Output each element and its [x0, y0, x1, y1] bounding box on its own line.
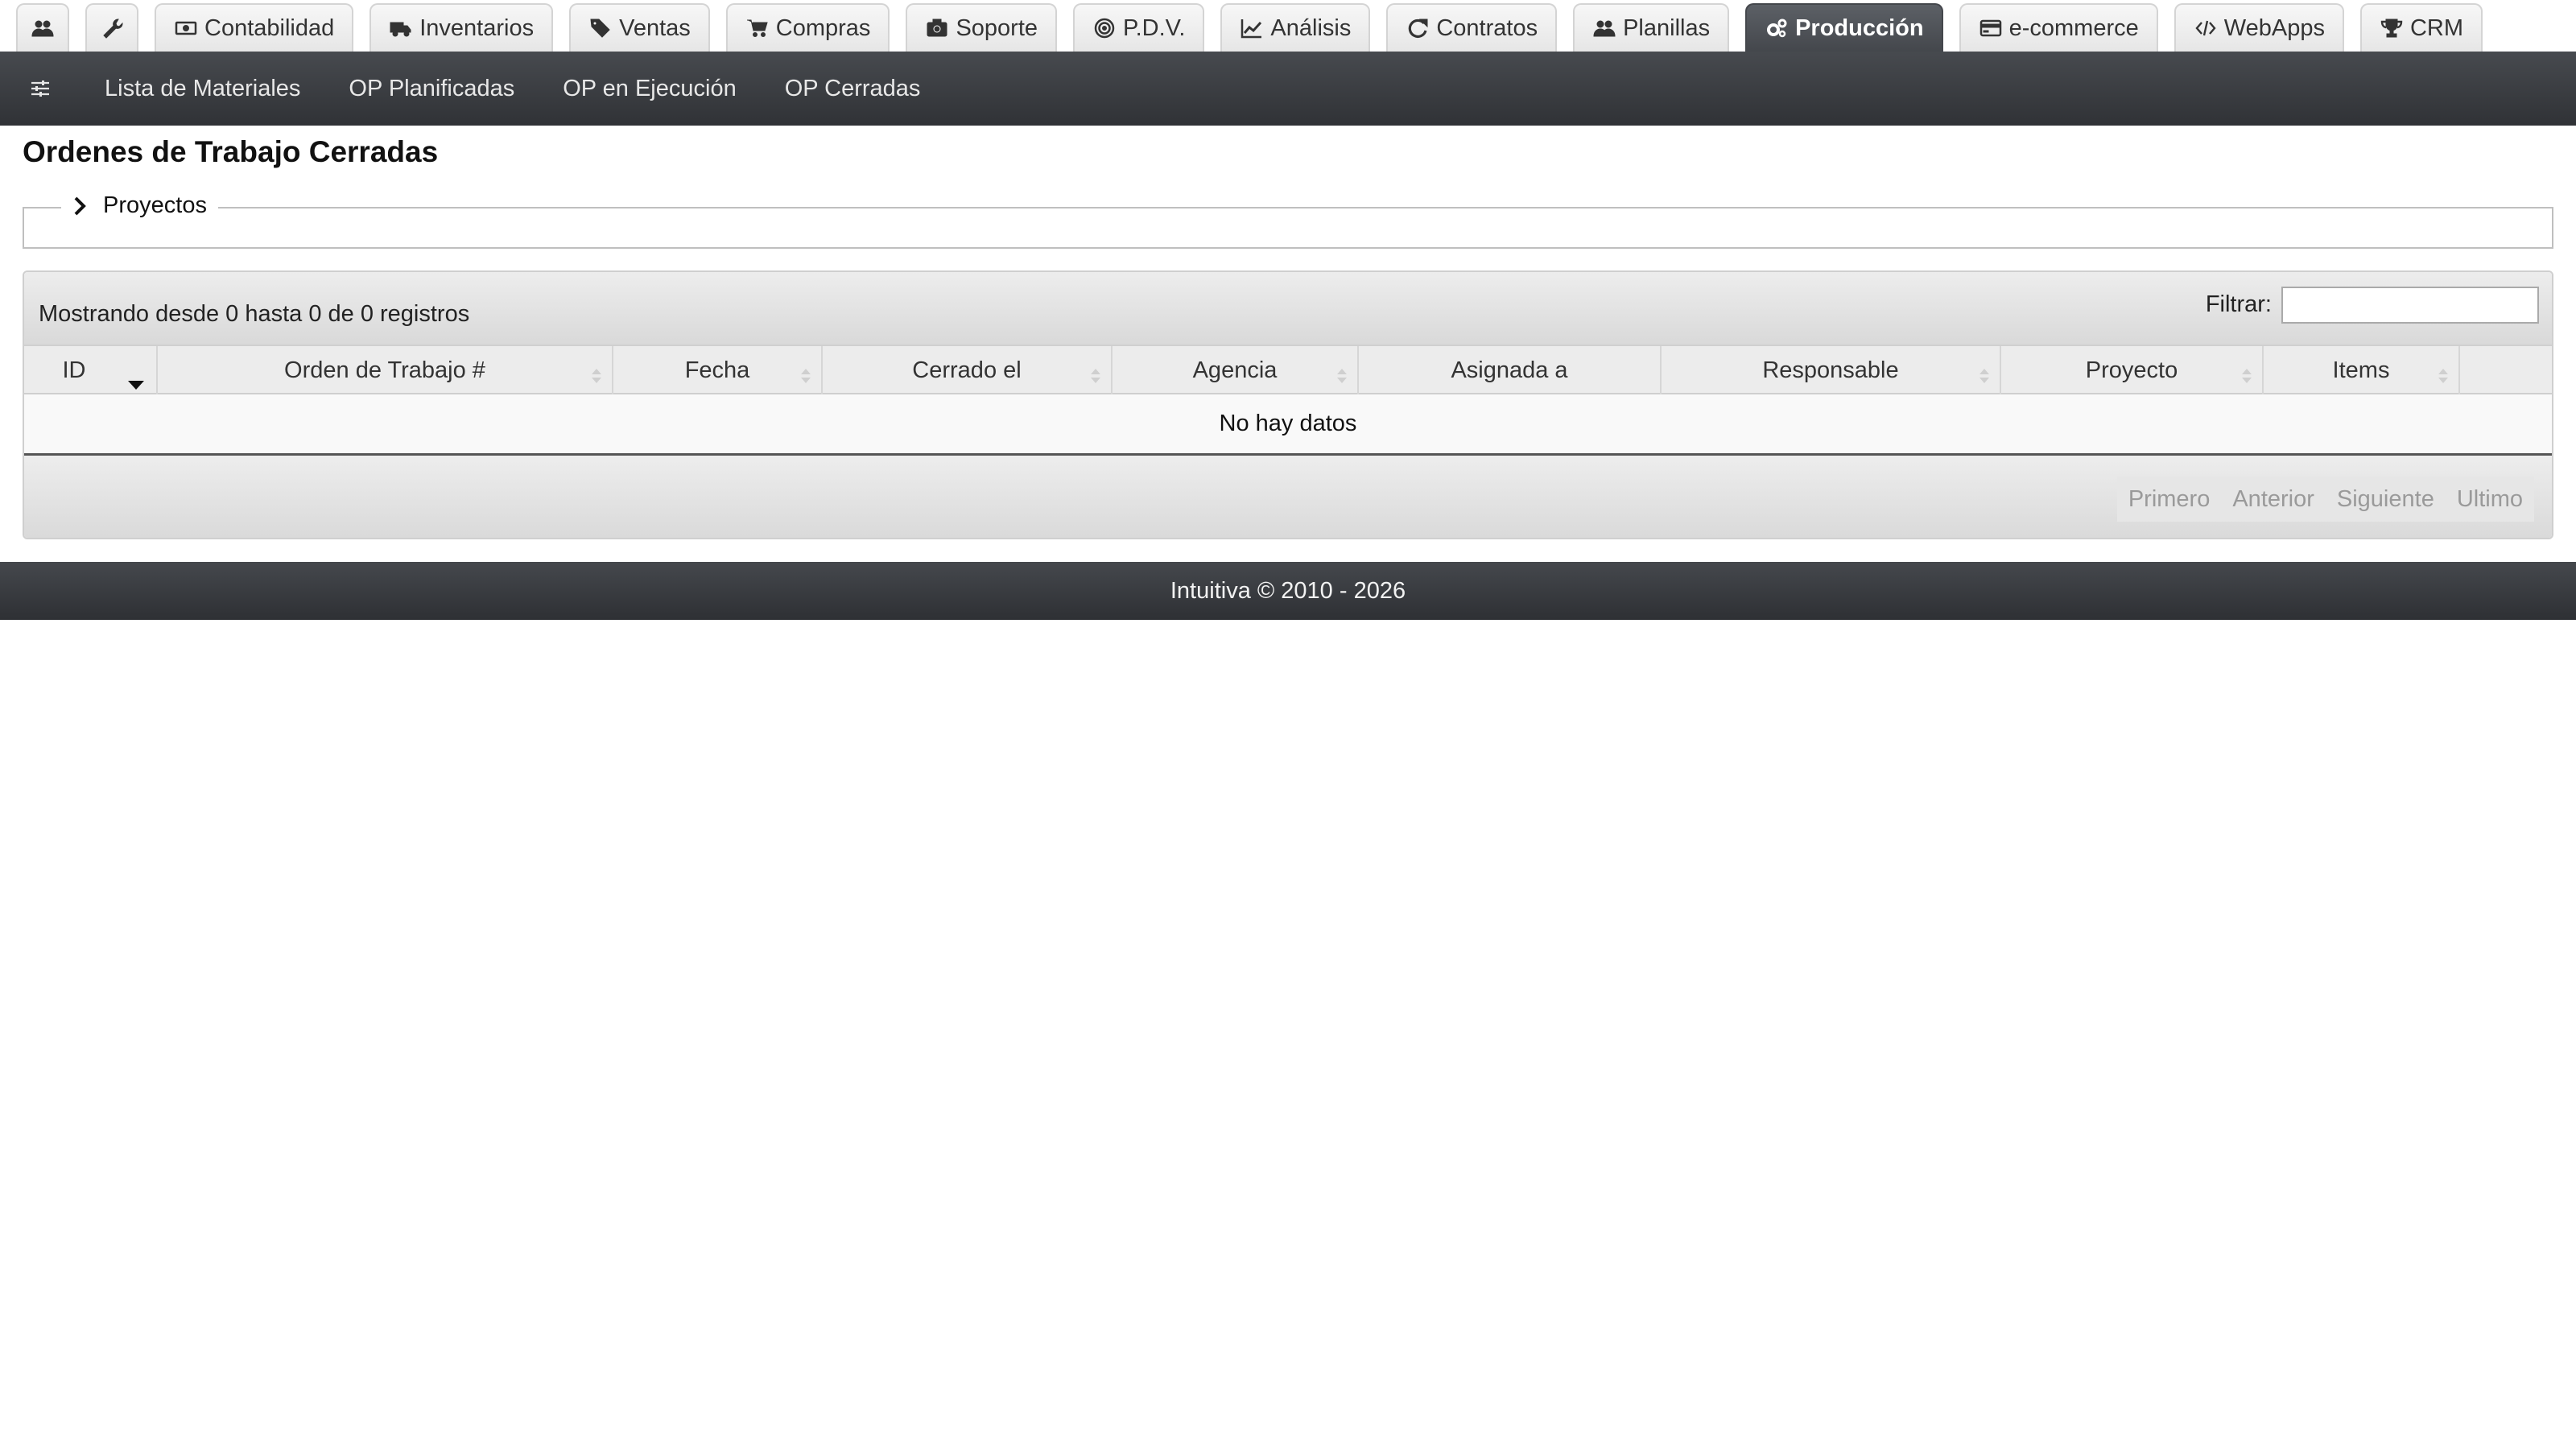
module-tab-webapps[interactable]: WebApps — [2174, 3, 2344, 52]
module-tab-label: Soporte — [956, 14, 1038, 41]
column-header-label: Asignada a — [1451, 357, 1568, 383]
column-header-label: Fecha — [684, 357, 750, 383]
sub-navigation-bar: Lista de Materiales OP Planificadas OP e… — [0, 52, 2576, 126]
projects-fieldset: Proyectos — [23, 192, 2553, 249]
sub-nav-lista-de-materiales[interactable]: Lista de Materiales — [80, 52, 324, 126]
module-tab-label: WebApps — [2223, 14, 2325, 41]
column-header-orden[interactable]: Orden de Trabajo # — [158, 346, 613, 394]
module-tab-crm[interactable]: CRM — [2359, 3, 2483, 52]
footer-copyright: Intuitiva © 2010 - 2026 — [1170, 577, 1406, 604]
wrench-icon — [100, 16, 124, 40]
menu-toggle-button[interactable] — [0, 52, 80, 126]
module-tab-inventarios[interactable]: Inventarios — [369, 3, 554, 52]
module-tab-row: Contabilidad Inventarios Ventas Compras Sopo… — [16, 3, 2483, 52]
money-icon — [174, 16, 198, 40]
sort-icon — [2438, 364, 2449, 383]
sort-icon — [1979, 364, 1990, 383]
column-header-cerrado-el[interactable]: Cerrado el — [823, 346, 1113, 394]
module-tab-planillas[interactable]: Planillas — [1573, 3, 1730, 52]
pagination: Primero Anterior Siguiente Ultimo — [2116, 477, 2534, 522]
module-tab-label: Compras — [775, 14, 871, 41]
filter-label: Filtrar: — [2205, 291, 2272, 317]
orders-table-panel: Mostrando desde 0 hasta 0 de 0 registros… — [23, 270, 2553, 539]
module-tab-label: Ventas — [619, 14, 691, 41]
column-header-actions — [2460, 346, 2552, 394]
module-tab-contabilidad[interactable]: Contabilidad — [155, 3, 354, 52]
module-tab-e-commerce[interactable]: e-commerce — [1959, 3, 2158, 52]
module-tab-label: Inventarios — [419, 14, 535, 41]
table-header-row: ID Orden de Trabajo # Fecha Cerrado el A… — [24, 346, 2552, 394]
column-header-label: ID — [62, 357, 86, 383]
column-header-label: Cerrado el — [912, 357, 1022, 383]
pager-last-button[interactable]: Ultimo — [2445, 477, 2534, 522]
sub-nav-op-cerradas[interactable]: OP Cerradas — [761, 52, 945, 126]
module-tab-label: CRM — [2409, 14, 2464, 41]
tags-icon — [588, 16, 613, 40]
module-tab-label: P.D.V. — [1123, 14, 1186, 41]
column-header-label: Orden de Trabajo # — [284, 357, 485, 383]
sort-icon — [2241, 364, 2252, 383]
column-header-label: Responsable — [1762, 357, 1899, 383]
module-tab-label: Producción — [1795, 14, 1924, 41]
trophy-icon — [2380, 16, 2404, 40]
sort-icon — [1090, 364, 1101, 383]
sort-icon — [591, 364, 602, 383]
module-tab-bar: Contabilidad Inventarios Ventas Compras Sopo… — [0, 0, 2576, 52]
chart-icon — [1240, 16, 1264, 40]
module-tab-análisis[interactable]: Análisis — [1220, 3, 1371, 52]
records-info: Mostrando desde 0 hasta 0 de 0 registros — [39, 301, 470, 327]
projects-label: Proyectos — [103, 192, 207, 218]
module-tab-label: Contabilidad — [204, 14, 335, 41]
page-footer: Intuitiva © 2010 - 2026 — [0, 562, 2576, 620]
table-footer: Primero Anterior Siguiente Ultimo — [24, 456, 2552, 538]
module-tab-label: Contratos — [1436, 14, 1538, 41]
cart-icon — [745, 16, 770, 40]
pager-first-button[interactable]: Primero — [2116, 477, 2222, 522]
table-toolbar: Mostrando desde 0 hasta 0 de 0 registros… — [24, 272, 2552, 346]
module-tab-contratos[interactable]: Contratos — [1386, 3, 1558, 52]
pager-previous-button[interactable]: Anterior — [2221, 477, 2326, 522]
sub-nav-op-planificadas[interactable]: OP Planificadas — [324, 52, 539, 126]
module-tab-soporte[interactable]: Soporte — [906, 3, 1058, 52]
column-header-asignada-a[interactable]: Asignada a — [1359, 346, 1662, 394]
module-tab-label: e-commerce — [2008, 14, 2139, 41]
users-icon — [31, 16, 55, 40]
users-icon — [1592, 16, 1616, 40]
column-header-responsable[interactable]: Responsable — [1662, 346, 2001, 394]
module-tab-wrench[interactable] — [85, 3, 138, 52]
column-header-items[interactable]: Items — [2264, 346, 2460, 394]
credit-card-icon — [1979, 16, 2003, 40]
chevron-right-icon — [74, 196, 86, 215]
module-tab-users[interactable] — [16, 3, 69, 52]
gears-icon — [1765, 16, 1789, 40]
projects-toggle[interactable]: Proyectos — [61, 192, 218, 219]
page-title: Ordenes de Trabajo Cerradas — [23, 135, 439, 168]
column-header-label: Agencia — [1192, 357, 1278, 383]
truck-icon — [389, 16, 413, 40]
target-icon — [1092, 16, 1117, 40]
module-tab-producción[interactable]: Producción — [1745, 3, 1943, 52]
sub-nav-op-en-ejecucion[interactable]: OP en Ejecución — [539, 52, 761, 126]
refresh-icon — [1406, 16, 1430, 40]
sort-icon — [1336, 364, 1348, 383]
code-icon — [2194, 16, 2218, 40]
module-tab-ventas[interactable]: Ventas — [569, 3, 710, 52]
sort-desc-icon — [127, 370, 145, 390]
module-tab-label: Análisis — [1270, 14, 1352, 41]
pager-next-button[interactable]: Siguiente — [2325, 477, 2446, 522]
column-header-agencia[interactable]: Agencia — [1113, 346, 1359, 394]
column-header-fecha[interactable]: Fecha — [613, 346, 823, 394]
sort-icon — [800, 364, 811, 383]
column-header-label: Items — [2332, 357, 2390, 383]
column-header-id[interactable]: ID — [24, 346, 158, 394]
column-header-proyecto[interactable]: Proyecto — [2001, 346, 2264, 394]
filter-input[interactable] — [2281, 287, 2539, 324]
module-tab-label: Planillas — [1623, 14, 1711, 41]
module-tab-compras[interactable]: Compras — [725, 3, 890, 52]
camera-icon — [925, 16, 949, 40]
sliders-icon — [31, 80, 49, 97]
column-header-label: Proyecto — [2085, 357, 2178, 383]
module-tab-p-d-v[interactable]: P.D.V. — [1073, 3, 1205, 52]
empty-table-message: No hay datos — [24, 394, 2552, 456]
